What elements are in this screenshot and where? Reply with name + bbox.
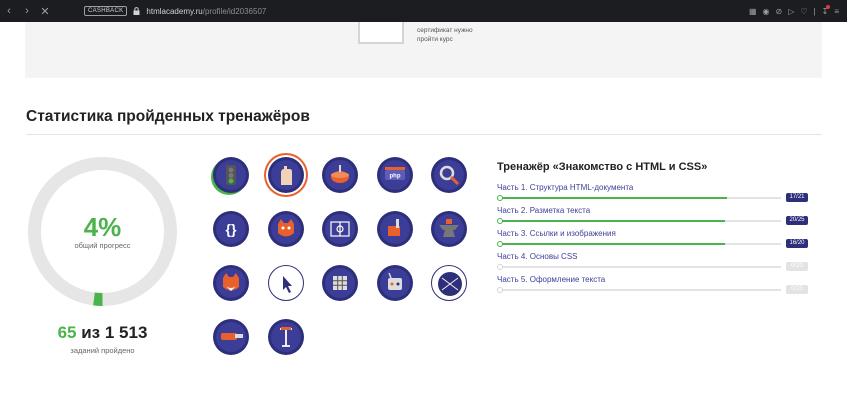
trainer-part-3[interactable]: Часть 3. Ссылки и изображения 16/20 [497,229,810,253]
close-icon[interactable]: ✕ [36,0,54,22]
part-progress-track [497,241,781,247]
part-progress-fill [499,197,728,199]
trainer-part-2[interactable]: Часть 2. Разметка текста 20/25 [497,206,810,230]
part-progress-track [497,218,781,224]
text-cursor-icon [280,327,292,347]
network-icon [438,272,462,296]
curly-braces-icon: {} [225,221,237,237]
badge-text-cursor[interactable] [268,319,304,355]
badge-curly-braces[interactable]: {} [213,211,249,247]
progress-percent: 4% [83,212,122,242]
part-label[interactable]: Часть 3. Ссылки и изображения [497,229,616,238]
lock-icon [133,7,140,15]
badge-network[interactable] [431,265,467,301]
tasks-total: 1 513 [104,323,148,342]
part-count-badge: 0/20 [786,262,808,271]
badge-php-sign[interactable]: php [377,157,413,193]
badge-chainsaw[interactable] [213,319,249,355]
sports-field-icon [330,221,350,237]
certificate-placeholder [358,22,404,44]
badge-remote-control[interactable] [377,265,413,301]
certificate-note-line2: пройти курс [417,36,453,43]
certificate-note-line1: сертификат нужно [417,27,473,34]
section-title: Статистика пройденных тренажёров [26,108,310,125]
spinning-top-icon [331,165,349,183]
part-label[interactable]: Часть 2. Разметка текста [497,206,590,215]
badge-rubiks-cube[interactable] [322,265,358,301]
part-count-badge: 20/25 [786,216,808,225]
trainer-part-1[interactable]: Часть 1. Структура HTML-документа 17/21 [497,183,810,207]
trainer-badges: php {} [211,155,471,355]
toolbar-icons: ▦ ◉ ⊘ ▷ ♡ | ↧ ≡ [749,0,839,22]
part-count-badge: 0/23 [786,285,808,294]
badge-hand[interactable] [268,157,304,193]
cashback-badge[interactable]: CASHBACK [84,6,128,16]
anvil-icon [439,219,459,237]
trainer-part-5[interactable]: Часть 5. Оформление текста 0/23 [497,275,810,299]
part-progress-dot [497,218,503,224]
part-progress-dot [497,287,503,293]
paint-brush-icon [388,219,400,236]
part-count-badge: 16/20 [786,239,808,248]
rubiks-cube-icon [333,276,347,290]
block-icon[interactable]: ⊘ [776,7,783,16]
menu-icon[interactable]: ≡ [834,7,839,16]
tasks-done: 65 [57,323,77,342]
badge-fox-mascot[interactable] [213,265,249,301]
tasks-count: 65 из 1 513 [27,323,178,343]
part-progress-dot [497,264,503,270]
tasks-of: из [81,323,101,342]
svg-text:php: php [390,174,401,180]
tasks-caption: заданий пройдено [70,346,135,355]
part-label[interactable]: Часть 5. Оформление текста [497,275,605,284]
translate-icon[interactable]: ▦ [749,7,757,16]
part-progress-dot [497,241,503,247]
badge-cursor[interactable] [268,265,304,301]
download-icon[interactable]: ↧ [822,4,830,16]
trainer-title: Тренажёр «Знакомство с HTML и CSS» [497,161,708,173]
section-divider [26,134,822,135]
progress-caption: общий прогресс [74,241,131,250]
part-progress-dot [497,195,503,201]
hand-icon [281,166,292,185]
badge-magnifier[interactable] [431,157,467,193]
address-bar[interactable]: htmlacademy.ru/profile/id2036507 [146,7,266,16]
badge-anvil[interactable] [431,211,467,247]
badge-spinning-top[interactable] [322,157,358,193]
remote-control-icon [388,272,402,290]
part-progress-fill [499,243,725,245]
url-path: /profile/id2036507 [202,6,267,16]
part-progress-track [497,287,781,293]
php-sign-icon: php [385,167,405,180]
url-host: htmlacademy.ru [146,6,203,16]
separator-icon: | [813,6,816,16]
badge-paint-brush[interactable] [377,211,413,247]
badge-traffic-light[interactable] [213,157,249,193]
camera-icon[interactable]: ◉ [763,7,770,16]
fox-mascot-icon [223,273,239,291]
badge-sports-field[interactable] [322,211,358,247]
magnifier-icon [439,165,460,186]
heart-icon[interactable]: ♡ [800,7,807,16]
browser-toolbar: ‹ › ✕ CASHBACK htmlacademy.ru/profile/id… [0,0,847,22]
chainsaw-icon [221,333,243,340]
part-count-badge: 17/21 [786,193,808,202]
part-label[interactable]: Часть 1. Структура HTML-документа [497,183,633,192]
badge-cat-mascot[interactable] [268,211,304,247]
traffic-light-icon [226,165,236,185]
cursor-icon [283,276,292,293]
part-progress-track [497,264,781,270]
part-progress-track [497,195,781,201]
forward-icon[interactable]: › [18,0,36,22]
send-icon[interactable]: ▷ [788,7,794,16]
trainer-part-4[interactable]: Часть 4. Основы CSS 0/20 [497,252,810,276]
certificate-card: сертификат нужно пройти курс [25,22,822,78]
certificate-note: сертификат нужно пройти курс [417,26,507,44]
back-icon[interactable]: ‹ [0,0,18,22]
cat-mascot-icon [278,219,294,237]
part-progress-fill [499,220,725,222]
part-label[interactable]: Часть 4. Основы CSS [497,252,578,261]
